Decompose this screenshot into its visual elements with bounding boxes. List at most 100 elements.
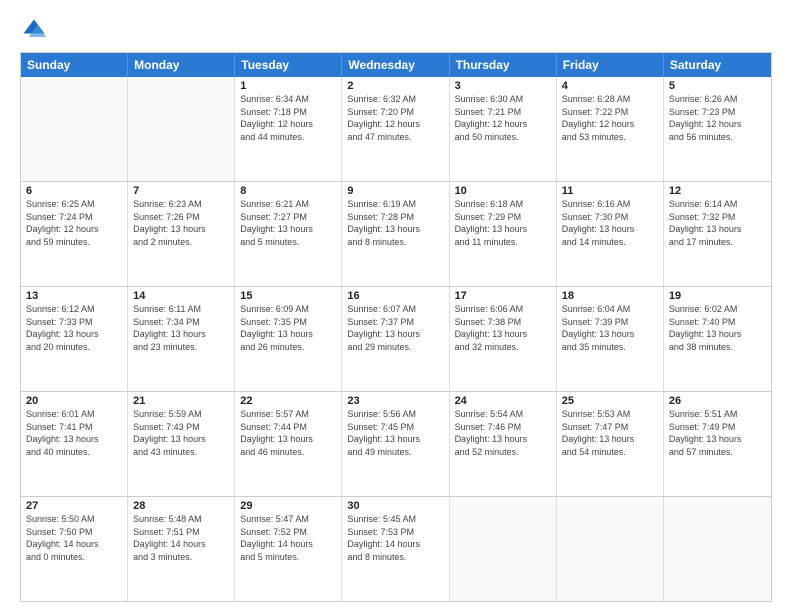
day-cell-26: 26Sunrise: 5:51 AM Sunset: 7:49 PM Dayli… <box>664 392 771 496</box>
day-cell-28: 28Sunrise: 5:48 AM Sunset: 7:51 PM Dayli… <box>128 497 235 601</box>
day-cell-11: 11Sunrise: 6:16 AM Sunset: 7:30 PM Dayli… <box>557 182 664 286</box>
week-row-2: 13Sunrise: 6:12 AM Sunset: 7:33 PM Dayli… <box>21 287 771 392</box>
day-info: Sunrise: 5:53 AM Sunset: 7:47 PM Dayligh… <box>562 408 658 458</box>
day-info: Sunrise: 6:14 AM Sunset: 7:32 PM Dayligh… <box>669 198 766 248</box>
day-header-sunday: Sunday <box>21 53 128 77</box>
day-info: Sunrise: 6:23 AM Sunset: 7:26 PM Dayligh… <box>133 198 229 248</box>
page: SundayMondayTuesdayWednesdayThursdayFrid… <box>0 0 792 612</box>
day-number: 23 <box>347 395 443 407</box>
day-number: 27 <box>26 500 122 512</box>
day-cell-empty-0 <box>21 77 128 181</box>
header <box>20 16 772 44</box>
day-number: 1 <box>240 80 336 92</box>
day-number: 29 <box>240 500 336 512</box>
day-number: 22 <box>240 395 336 407</box>
logo-icon <box>20 16 48 44</box>
day-info: Sunrise: 6:04 AM Sunset: 7:39 PM Dayligh… <box>562 303 658 353</box>
day-header-friday: Friday <box>557 53 664 77</box>
day-header-thursday: Thursday <box>450 53 557 77</box>
day-info: Sunrise: 6:32 AM Sunset: 7:20 PM Dayligh… <box>347 93 443 143</box>
day-info: Sunrise: 5:50 AM Sunset: 7:50 PM Dayligh… <box>26 513 122 563</box>
day-header-saturday: Saturday <box>664 53 771 77</box>
day-cell-27: 27Sunrise: 5:50 AM Sunset: 7:50 PM Dayli… <box>21 497 128 601</box>
day-info: Sunrise: 6:30 AM Sunset: 7:21 PM Dayligh… <box>455 93 551 143</box>
day-header-tuesday: Tuesday <box>235 53 342 77</box>
day-number: 12 <box>669 185 766 197</box>
day-cell-13: 13Sunrise: 6:12 AM Sunset: 7:33 PM Dayli… <box>21 287 128 391</box>
day-number: 21 <box>133 395 229 407</box>
week-row-3: 20Sunrise: 6:01 AM Sunset: 7:41 PM Dayli… <box>21 392 771 497</box>
day-number: 4 <box>562 80 658 92</box>
day-info: Sunrise: 6:18 AM Sunset: 7:29 PM Dayligh… <box>455 198 551 248</box>
day-cell-18: 18Sunrise: 6:04 AM Sunset: 7:39 PM Dayli… <box>557 287 664 391</box>
day-number: 19 <box>669 290 766 302</box>
day-info: Sunrise: 6:06 AM Sunset: 7:38 PM Dayligh… <box>455 303 551 353</box>
day-cell-1: 1Sunrise: 6:34 AM Sunset: 7:18 PM Daylig… <box>235 77 342 181</box>
day-number: 7 <box>133 185 229 197</box>
day-info: Sunrise: 6:16 AM Sunset: 7:30 PM Dayligh… <box>562 198 658 248</box>
day-number: 25 <box>562 395 658 407</box>
week-row-0: 1Sunrise: 6:34 AM Sunset: 7:18 PM Daylig… <box>21 77 771 182</box>
day-cell-17: 17Sunrise: 6:06 AM Sunset: 7:38 PM Dayli… <box>450 287 557 391</box>
day-cell-19: 19Sunrise: 6:02 AM Sunset: 7:40 PM Dayli… <box>664 287 771 391</box>
day-cell-5: 5Sunrise: 6:26 AM Sunset: 7:23 PM Daylig… <box>664 77 771 181</box>
day-number: 9 <box>347 185 443 197</box>
day-number: 2 <box>347 80 443 92</box>
day-cell-3: 3Sunrise: 6:30 AM Sunset: 7:21 PM Daylig… <box>450 77 557 181</box>
day-info: Sunrise: 5:57 AM Sunset: 7:44 PM Dayligh… <box>240 408 336 458</box>
day-cell-29: 29Sunrise: 5:47 AM Sunset: 7:52 PM Dayli… <box>235 497 342 601</box>
day-info: Sunrise: 5:56 AM Sunset: 7:45 PM Dayligh… <box>347 408 443 458</box>
day-info: Sunrise: 6:11 AM Sunset: 7:34 PM Dayligh… <box>133 303 229 353</box>
day-number: 16 <box>347 290 443 302</box>
day-cell-15: 15Sunrise: 6:09 AM Sunset: 7:35 PM Dayli… <box>235 287 342 391</box>
day-cell-empty-5 <box>557 497 664 601</box>
day-cell-30: 30Sunrise: 5:45 AM Sunset: 7:53 PM Dayli… <box>342 497 449 601</box>
day-number: 5 <box>669 80 766 92</box>
day-number: 14 <box>133 290 229 302</box>
day-cell-empty-1 <box>128 77 235 181</box>
day-number: 18 <box>562 290 658 302</box>
logo <box>20 16 52 44</box>
day-info: Sunrise: 6:21 AM Sunset: 7:27 PM Dayligh… <box>240 198 336 248</box>
day-info: Sunrise: 6:07 AM Sunset: 7:37 PM Dayligh… <box>347 303 443 353</box>
day-header-wednesday: Wednesday <box>342 53 449 77</box>
calendar: SundayMondayTuesdayWednesdayThursdayFrid… <box>20 52 772 602</box>
day-cell-24: 24Sunrise: 5:54 AM Sunset: 7:46 PM Dayli… <box>450 392 557 496</box>
weeks-container: 1Sunrise: 6:34 AM Sunset: 7:18 PM Daylig… <box>21 77 771 601</box>
day-header-monday: Monday <box>128 53 235 77</box>
day-number: 20 <box>26 395 122 407</box>
day-info: Sunrise: 6:02 AM Sunset: 7:40 PM Dayligh… <box>669 303 766 353</box>
day-cell-8: 8Sunrise: 6:21 AM Sunset: 7:27 PM Daylig… <box>235 182 342 286</box>
day-info: Sunrise: 5:59 AM Sunset: 7:43 PM Dayligh… <box>133 408 229 458</box>
day-info: Sunrise: 5:45 AM Sunset: 7:53 PM Dayligh… <box>347 513 443 563</box>
day-number: 3 <box>455 80 551 92</box>
day-info: Sunrise: 6:28 AM Sunset: 7:22 PM Dayligh… <box>562 93 658 143</box>
day-cell-6: 6Sunrise: 6:25 AM Sunset: 7:24 PM Daylig… <box>21 182 128 286</box>
day-cell-4: 4Sunrise: 6:28 AM Sunset: 7:22 PM Daylig… <box>557 77 664 181</box>
day-info: Sunrise: 6:01 AM Sunset: 7:41 PM Dayligh… <box>26 408 122 458</box>
day-cell-22: 22Sunrise: 5:57 AM Sunset: 7:44 PM Dayli… <box>235 392 342 496</box>
day-info: Sunrise: 5:54 AM Sunset: 7:46 PM Dayligh… <box>455 408 551 458</box>
day-number: 13 <box>26 290 122 302</box>
day-info: Sunrise: 5:48 AM Sunset: 7:51 PM Dayligh… <box>133 513 229 563</box>
week-row-1: 6Sunrise: 6:25 AM Sunset: 7:24 PM Daylig… <box>21 182 771 287</box>
day-info: Sunrise: 6:25 AM Sunset: 7:24 PM Dayligh… <box>26 198 122 248</box>
day-cell-21: 21Sunrise: 5:59 AM Sunset: 7:43 PM Dayli… <box>128 392 235 496</box>
day-cell-9: 9Sunrise: 6:19 AM Sunset: 7:28 PM Daylig… <box>342 182 449 286</box>
day-cell-7: 7Sunrise: 6:23 AM Sunset: 7:26 PM Daylig… <box>128 182 235 286</box>
day-cell-20: 20Sunrise: 6:01 AM Sunset: 7:41 PM Dayli… <box>21 392 128 496</box>
day-cell-empty-4 <box>450 497 557 601</box>
day-headers: SundayMondayTuesdayWednesdayThursdayFrid… <box>21 53 771 77</box>
day-cell-25: 25Sunrise: 5:53 AM Sunset: 7:47 PM Dayli… <box>557 392 664 496</box>
day-info: Sunrise: 5:47 AM Sunset: 7:52 PM Dayligh… <box>240 513 336 563</box>
day-cell-12: 12Sunrise: 6:14 AM Sunset: 7:32 PM Dayli… <box>664 182 771 286</box>
day-number: 26 <box>669 395 766 407</box>
day-number: 8 <box>240 185 336 197</box>
day-cell-10: 10Sunrise: 6:18 AM Sunset: 7:29 PM Dayli… <box>450 182 557 286</box>
day-number: 10 <box>455 185 551 197</box>
day-info: Sunrise: 6:09 AM Sunset: 7:35 PM Dayligh… <box>240 303 336 353</box>
day-cell-14: 14Sunrise: 6:11 AM Sunset: 7:34 PM Dayli… <box>128 287 235 391</box>
day-number: 28 <box>133 500 229 512</box>
day-number: 15 <box>240 290 336 302</box>
day-cell-23: 23Sunrise: 5:56 AM Sunset: 7:45 PM Dayli… <box>342 392 449 496</box>
